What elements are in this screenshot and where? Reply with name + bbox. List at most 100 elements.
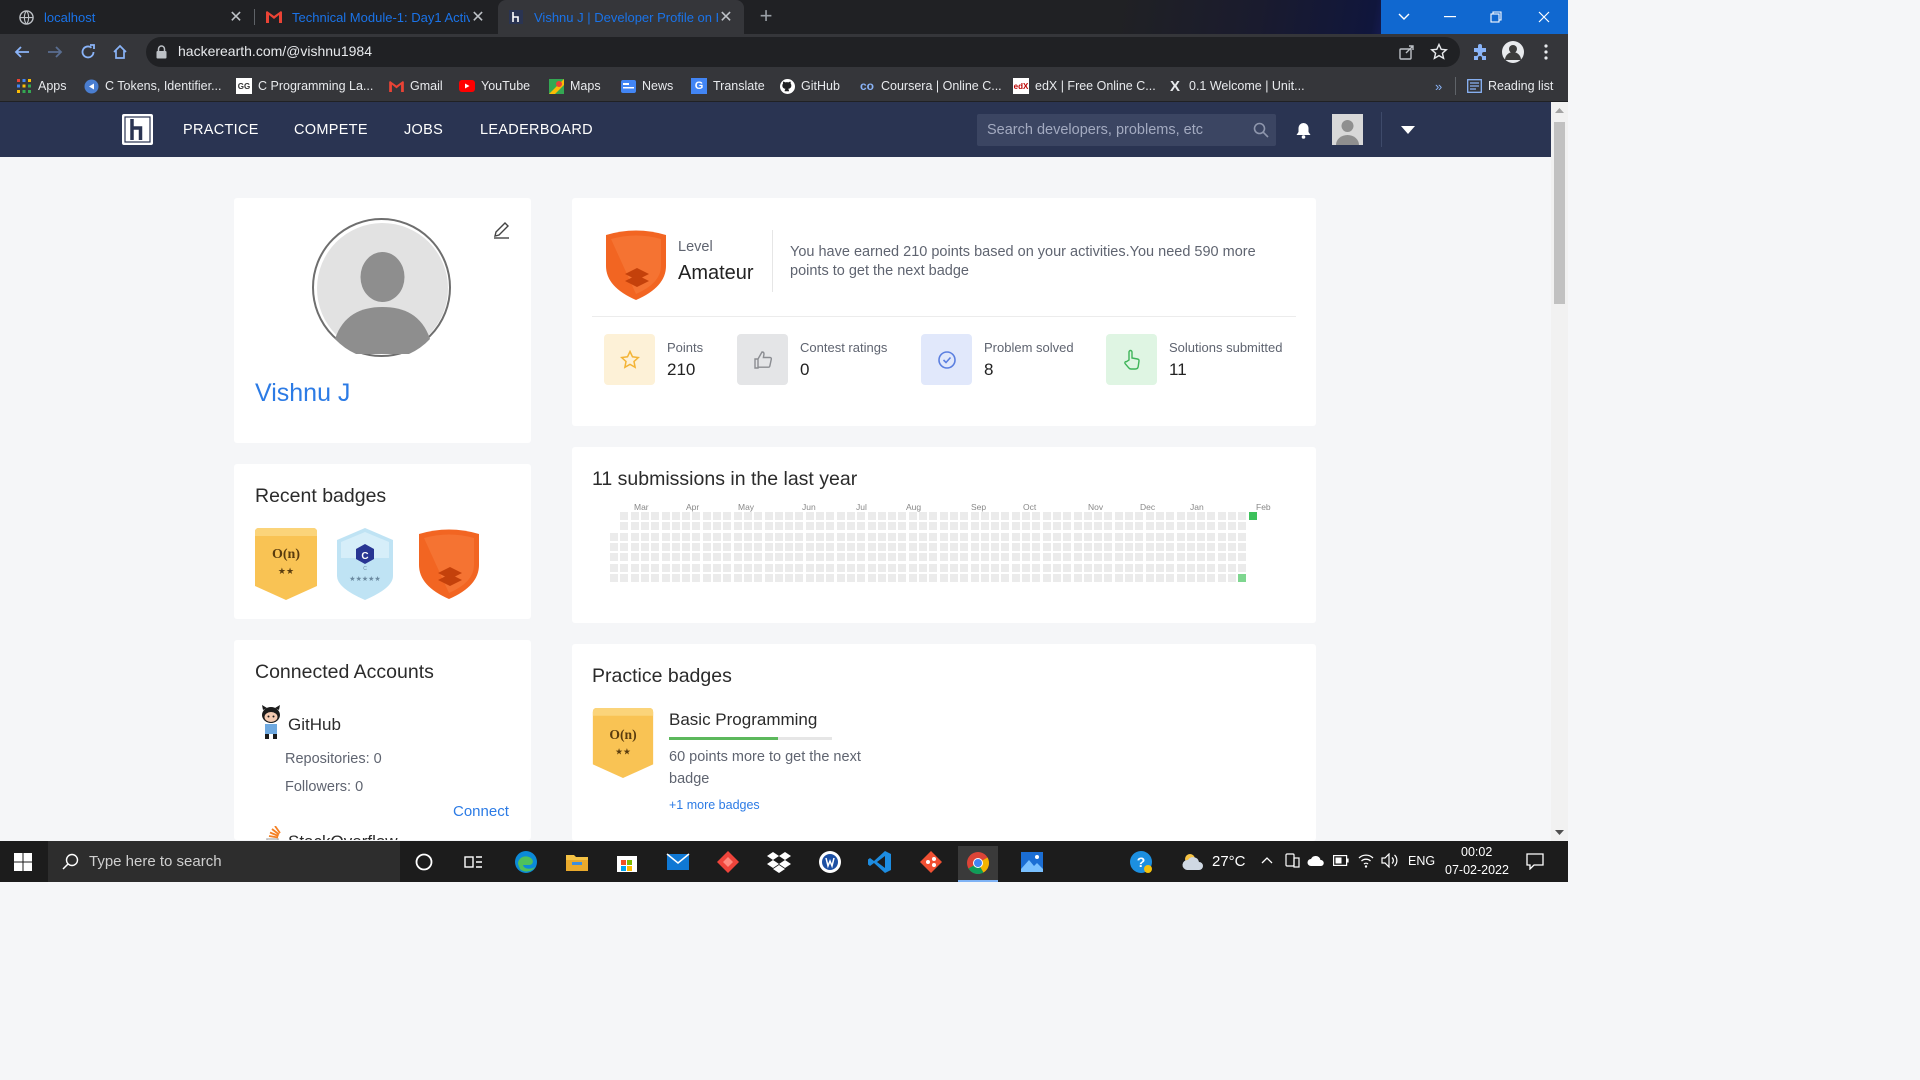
heatmap-day-cell[interactable] (630, 573, 639, 582)
onedrive-cloud-icon[interactable] (1307, 854, 1325, 867)
heatmap-day-cell[interactable] (836, 542, 845, 551)
task-view-icon[interactable] (454, 846, 494, 878)
heatmap-day-cell[interactable] (743, 532, 752, 541)
heatmap-day-cell[interactable] (630, 553, 639, 562)
nav-jobs[interactable]: JOBS (404, 122, 443, 138)
heatmap-day-cell[interactable] (836, 553, 845, 562)
heatmap-day-cell[interactable] (774, 542, 783, 551)
heatmap-day-cell[interactable] (877, 512, 886, 520)
heatmap-day-cell[interactable] (857, 512, 866, 520)
heatmap-day-cell[interactable] (733, 542, 742, 551)
heatmap-day-cell[interactable] (630, 542, 639, 551)
heatmap-day-cell[interactable] (857, 542, 866, 551)
heatmap-day-cell[interactable] (1094, 512, 1103, 520)
heatmap-day-cell[interactable] (1114, 573, 1123, 582)
heatmap-day-cell[interactable] (908, 573, 917, 582)
heatmap-day-cell[interactable] (651, 522, 660, 531)
bookmark-edx[interactable]: edX edX | Free Online C... (1013, 77, 1156, 95)
heatmap-day-cell[interactable] (970, 522, 979, 531)
heatmap-day-cell[interactable] (826, 512, 835, 520)
volume-speaker-icon[interactable] (1381, 853, 1399, 868)
heatmap-day-cell[interactable] (877, 553, 886, 562)
heatmap-day-cell[interactable] (754, 522, 763, 531)
heatmap-day-cell[interactable] (1083, 573, 1092, 582)
taskbar-search-box[interactable]: Type here to search (48, 841, 400, 882)
heatmap-day-cell[interactable] (1197, 532, 1206, 541)
heatmap-day-cell[interactable] (1155, 573, 1164, 582)
heatmap-day-cell[interactable] (785, 553, 794, 562)
tab-technical-module[interactable]: Technical Module-1: Day1 Activit ✕ (256, 0, 496, 34)
reading-list-button[interactable]: Reading list (1466, 77, 1553, 95)
help-question-icon[interactable]: ? (1129, 850, 1153, 874)
device-icon[interactable] (1284, 853, 1300, 869)
heatmap-day-cell[interactable] (702, 563, 711, 572)
heatmap-day-cell[interactable] (1001, 573, 1010, 582)
reload-icon[interactable] (76, 40, 100, 64)
heatmap-day-cell[interactable] (1042, 542, 1051, 551)
heatmap-day-cell[interactable] (651, 553, 660, 562)
heatmap-day-cell[interactable] (610, 573, 618, 582)
notebook-app-icon[interactable] (810, 846, 850, 878)
heatmap-day-cell[interactable] (1032, 563, 1041, 572)
heatmap-day-cell[interactable] (888, 542, 897, 551)
heatmap-day-cell[interactable] (1073, 542, 1082, 551)
heatmap-day-cell[interactable] (1228, 573, 1236, 582)
heatmap-day-cell[interactable] (929, 563, 938, 572)
heatmap-day-cell[interactable] (1217, 512, 1226, 520)
back-arrow-icon[interactable] (10, 40, 34, 64)
heatmap-day-cell[interactable] (919, 522, 927, 531)
heatmap-day-cell[interactable] (764, 542, 773, 551)
heatmap-day-cell[interactable] (702, 522, 711, 531)
heatmap-day-cell[interactable] (1052, 522, 1061, 531)
heatmap-day-cell[interactable] (826, 563, 835, 572)
heatmap-day-cell[interactable] (1228, 522, 1236, 531)
heatmap-day-cell[interactable] (723, 522, 732, 531)
heatmap-day-cell[interactable] (980, 542, 989, 551)
heatmap-day-cell[interactable] (1207, 532, 1216, 541)
heatmap-day-cell[interactable] (898, 522, 907, 531)
heatmap-day-cell[interactable] (980, 573, 989, 582)
heatmap-day-cell[interactable] (671, 532, 680, 541)
heatmap-day-cell[interactable] (1001, 522, 1010, 531)
heatmap-day-cell[interactable] (1022, 563, 1030, 572)
heatmap-day-cell[interactable] (949, 563, 958, 572)
heatmap-day-cell[interactable] (1217, 563, 1226, 572)
heatmap-day-cell[interactable] (826, 573, 835, 582)
heatmap-day-cell[interactable] (1094, 522, 1103, 531)
heatmap-day-cell[interactable] (867, 553, 876, 562)
heatmap-day-cell[interactable] (1176, 512, 1185, 520)
new-tab-plus-icon[interactable]: + (754, 4, 778, 28)
badge-c-language[interactable]: C C ★★★★★ (335, 528, 395, 600)
edit-pencil-icon[interactable] (492, 220, 511, 239)
heatmap-day-cell[interactable] (754, 532, 763, 541)
heatmap-day-cell[interactable] (651, 542, 660, 551)
heatmap-day-cell[interactable] (1176, 563, 1185, 572)
heatmap-day-cell[interactable] (661, 573, 670, 582)
heatmap-day-cell[interactable] (1238, 542, 1247, 551)
heatmap-day-cell[interactable] (1135, 542, 1144, 551)
heatmap-day-cell[interactable] (630, 563, 639, 572)
heatmap-day-cell[interactable] (723, 573, 732, 582)
heatmap-day-cell[interactable] (836, 573, 845, 582)
heatmap-day-cell[interactable] (713, 532, 721, 541)
heatmap-day-cell[interactable] (949, 542, 958, 551)
heatmap-day-cell[interactable] (919, 553, 927, 562)
heatmap-day-cell[interactable] (1022, 542, 1030, 551)
heatmap-day-cell[interactable] (1042, 573, 1051, 582)
heatmap-day-cell[interactable] (661, 563, 670, 572)
hackerearth-logo[interactable] (122, 114, 153, 145)
heatmap-day-cell[interactable] (743, 573, 752, 582)
heatmap-day-cell[interactable] (1186, 563, 1195, 572)
heatmap-day-cell[interactable] (1011, 553, 1020, 562)
heatmap-day-cell[interactable] (1011, 573, 1020, 582)
heatmap-day-cell[interactable] (1022, 522, 1030, 531)
github-connect-link[interactable]: Connect (453, 803, 509, 820)
bookmark-apps[interactable]: Apps (16, 77, 67, 95)
heatmap-day-cell[interactable] (826, 532, 835, 541)
heatmap-day-cell[interactable] (836, 522, 845, 531)
heatmap-day-cell[interactable] (816, 522, 824, 531)
heatmap-day-cell[interactable] (1186, 573, 1195, 582)
heatmap-day-cell[interactable] (1176, 522, 1185, 531)
heatmap-day-cell[interactable] (846, 512, 855, 520)
heatmap-day-cell[interactable] (877, 542, 886, 551)
